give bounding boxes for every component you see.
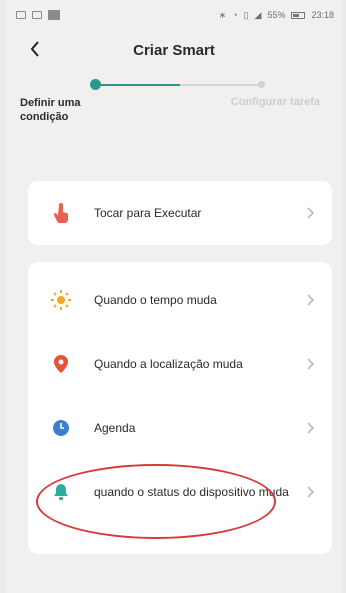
chevron-right-icon (304, 206, 316, 220)
app-header: Criar Smart (6, 30, 342, 70)
alarm-icon: ◔ (232, 10, 238, 20)
stepper-line-inactive (180, 84, 262, 86)
step2-label: Configurar tarefa (230, 96, 320, 108)
notification-icon (32, 11, 42, 19)
chevron-right-icon (304, 421, 316, 435)
vibrate-icon: ▯ (243, 9, 249, 20)
tap-to-run-label: Tocar para Executar (94, 205, 202, 220)
notification-icon (48, 10, 60, 20)
red-highlight-circle (36, 464, 276, 539)
condition-schedule-item[interactable]: Agenda (28, 396, 332, 460)
location-pin-icon (50, 353, 72, 375)
chevron-right-icon (304, 485, 316, 499)
tap-to-run-card: Tocar para Executar (28, 181, 332, 245)
step1-label: Definir uma condição (20, 97, 81, 123)
clock-icon (50, 417, 72, 439)
stepper-line-active (94, 84, 180, 86)
back-button[interactable] (22, 36, 48, 62)
clock-time: 23:18 (311, 10, 334, 20)
progress-stepper: Definir uma condição Configurar tarefa (6, 70, 342, 130)
bluetooth-icon: ∗ (218, 9, 227, 20)
chevron-right-icon (304, 293, 316, 307)
back-arrow-icon (30, 41, 39, 57)
stepper-dot-current (90, 79, 101, 90)
signal-icon: ◢ (254, 9, 262, 20)
page-title: Criar Smart (133, 41, 215, 59)
tap-to-run-item[interactable]: Tocar para Executar (28, 181, 332, 245)
phone-screen: ∗ ◔ ▯ ◢ 55% 23:18 Criar Smart Definir um… (6, 0, 342, 593)
sun-icon (50, 289, 72, 311)
notification-icon (16, 11, 26, 19)
condition-label: Quando o tempo muda (94, 292, 217, 307)
condition-weather-item[interactable]: Quando o tempo muda (28, 268, 332, 332)
condition-label: Agenda (94, 420, 136, 435)
condition-location-item[interactable]: Quando a localização muda (28, 332, 332, 396)
condition-label: Quando a localização muda (94, 356, 243, 371)
hand-tap-icon (50, 202, 72, 224)
battery-percent: 55% (267, 10, 286, 20)
stepper-dot-next (258, 81, 265, 88)
status-bar: ∗ ◔ ▯ ◢ 55% 23:18 (6, 0, 342, 30)
battery-icon (291, 11, 306, 19)
chevron-right-icon (304, 357, 316, 371)
